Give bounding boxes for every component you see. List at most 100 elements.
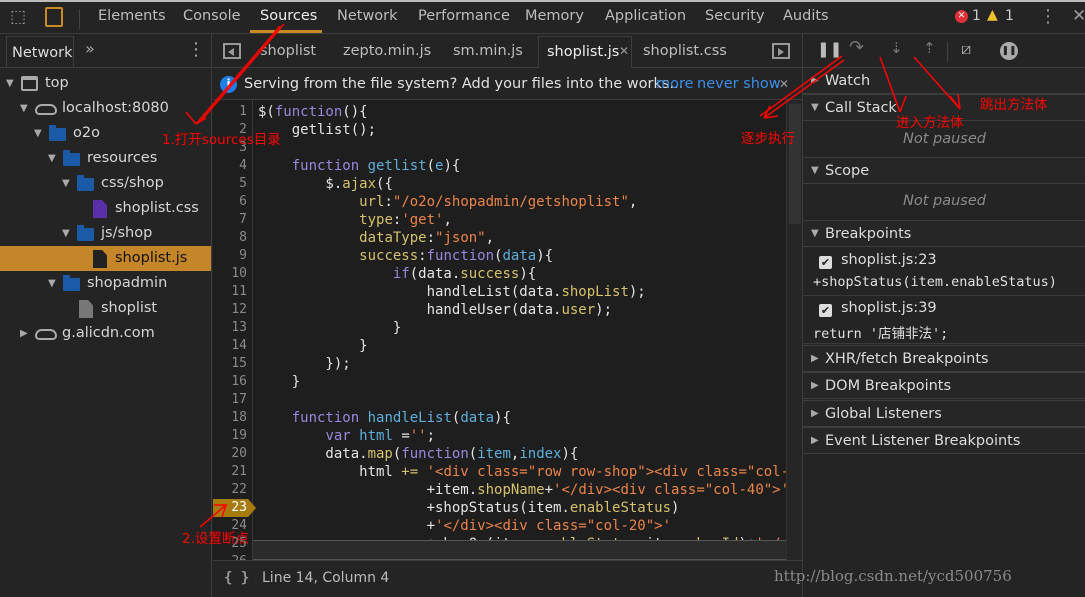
tab-security[interactable]: Security	[705, 8, 765, 24]
code-token: +	[258, 518, 436, 534]
pause-on-exceptions-icon[interactable]: ❚❚	[1000, 42, 1018, 60]
event-listener-breakpoints-section[interactable]: ▶ Event Listener Breakpoints	[803, 427, 1085, 454]
breakpoint-location[interactable]: shoplist.js:39	[841, 300, 937, 316]
code-token: getlist	[367, 158, 427, 174]
folder-icon	[77, 225, 94, 241]
code-token: }	[258, 320, 402, 336]
code-line: url:"/o2o/shopadmin/getshoplist",	[258, 193, 637, 211]
tree-item[interactable]: shoplist.js	[0, 246, 211, 271]
navigator-tab-network[interactable]: Network	[6, 36, 74, 67]
tree-item[interactable]: shoplist	[0, 296, 211, 321]
tab-performance[interactable]: Performance	[418, 8, 510, 24]
inspect-element-icon[interactable]: ⬚	[10, 7, 26, 27]
code-token: function	[291, 158, 360, 174]
code-token: shopList	[561, 284, 629, 300]
deactivate-breakpoints-icon[interactable]: ⧄	[961, 39, 971, 59]
tree-item[interactable]: ▼ shopadmin	[0, 271, 211, 296]
divider	[79, 9, 80, 29]
tab-memory[interactable]: Memory	[525, 8, 584, 24]
tree-item[interactable]: ▼ js/shop	[0, 221, 211, 246]
call-stack-empty: Not paused	[903, 131, 986, 147]
cloud-icon	[35, 104, 57, 115]
file-tab-sm[interactable]: sm.min.js	[453, 43, 523, 59]
breakpoint-item[interactable]: ✔ shoplist.js:23 +shopStatus(item.enable…	[803, 248, 1085, 296]
file-tab-zepto[interactable]: zepto.min.js	[343, 43, 431, 59]
step-into-icon[interactable]: ⇣	[890, 39, 903, 57]
file-tab-shoplist-css[interactable]: shoplist.css	[643, 43, 727, 59]
tab-elements[interactable]: Elements	[98, 8, 166, 24]
breakpoint-item[interactable]: ✔ shoplist.js:39 return '店铺非法';	[803, 296, 1085, 344]
collapse-icon[interactable]: ▼	[62, 171, 70, 196]
active-tab-indicator	[250, 30, 322, 33]
device-toolbar-icon[interactable]	[45, 7, 63, 27]
info-bar: i Serving from the file system? Add your…	[213, 68, 802, 100]
info-icon: i	[220, 76, 237, 93]
tree-item-label: js/shop	[101, 225, 153, 241]
toggle-navigator-icon[interactable]	[223, 43, 241, 59]
collapse-icon[interactable]: ▼	[34, 121, 42, 146]
info-more-link[interactable]: more	[656, 68, 694, 100]
scope-section[interactable]: ▼ Scope	[803, 157, 1085, 184]
pretty-print-icon[interactable]: { }	[224, 561, 249, 596]
error-count[interactable]: 1	[972, 8, 981, 24]
code-editor[interactable]: 1 2 3 4 5 6 7 8 9 10 11 12 13 14 15 16 17 18 19 20 21 22 23 24 2…	[213, 100, 802, 560]
code-token: +	[544, 482, 554, 498]
tab-application[interactable]: Application	[605, 8, 686, 24]
code-line: }	[258, 319, 401, 337]
collapse-icon[interactable]: ▼	[6, 71, 14, 96]
scrollbar-thumb[interactable]	[789, 104, 801, 224]
breakpoints-section[interactable]: ▼ Breakpoints	[803, 220, 1085, 247]
warning-count[interactable]: 1	[1005, 8, 1014, 24]
breakpoint-checkbox[interactable]: ✔	[819, 256, 832, 269]
more-tabs-icon[interactable]: »	[85, 39, 95, 58]
tab-console[interactable]: Console	[183, 8, 241, 24]
collapse-icon[interactable]: ▼	[62, 221, 70, 246]
collapse-icon[interactable]: ▼	[20, 96, 28, 121]
code-token: +=	[401, 464, 419, 480]
watch-section[interactable]: ▶ Watch	[803, 67, 1085, 94]
horizontal-scrollbar[interactable]	[253, 540, 786, 560]
toggle-debugger-icon[interactable]	[772, 43, 790, 59]
dom-breakpoints-section[interactable]: ▶ DOM Breakpoints	[803, 372, 1085, 399]
code-line: }	[258, 337, 367, 355]
expand-icon[interactable]: ▶	[20, 321, 28, 346]
tree-item-label: shopadmin	[87, 275, 168, 291]
tree-item[interactable]: ▼ top	[0, 71, 211, 96]
tree-item[interactable]: ▼ localhost:8080	[0, 96, 211, 121]
info-never-show-link[interactable]: never show	[697, 68, 781, 100]
code-token: :	[418, 248, 427, 264]
close-devtools-icon[interactable]: ✕	[1072, 6, 1085, 26]
file-tab-shoplist[interactable]: shoplist	[260, 43, 316, 59]
error-icon[interactable]: ✕	[955, 10, 968, 23]
breakpoint-checkbox[interactable]: ✔	[819, 304, 832, 317]
collapse-icon[interactable]: ▼	[48, 271, 56, 296]
section-title: Watch	[825, 73, 871, 89]
vertical-scrollbar[interactable]	[786, 100, 802, 560]
file-tab-shoplist-js[interactable]: shoplist.js ✕	[538, 36, 632, 68]
navigator-menu-icon[interactable]: ⋮	[187, 39, 205, 60]
warning-icon[interactable]: ▲	[987, 7, 998, 23]
tree-item[interactable]: ▶ g.alicdn.com	[0, 321, 211, 346]
collapse-icon[interactable]: ▼	[48, 146, 56, 171]
tree-item[interactable]: ▼ resources	[0, 146, 211, 171]
step-out-icon[interactable]: ⇡	[923, 39, 936, 57]
scope-empty: Not paused	[903, 193, 986, 209]
breakpoint-location[interactable]: shoplist.js:23	[841, 252, 937, 268]
tab-sources[interactable]: Sources	[260, 8, 317, 24]
debugger-toolbar: ❚❚ ↷ ⇣ ⇡ ⧄ ❚❚	[803, 34, 1085, 68]
global-listeners-section[interactable]: ▶ Global Listeners	[803, 400, 1085, 427]
step-over-icon[interactable]: ↷	[849, 37, 864, 58]
section-title: Call Stack	[825, 100, 897, 116]
more-menu-icon[interactable]: ⋮	[1039, 6, 1057, 27]
tree-item[interactable]: shoplist.css	[0, 196, 211, 221]
close-info-icon[interactable]: ✕	[779, 68, 789, 100]
close-tab-icon[interactable]: ✕	[619, 44, 629, 58]
pause-icon[interactable]: ❚❚	[817, 40, 842, 58]
xhr-breakpoints-section[interactable]: ▶ XHR/fetch Breakpoints	[803, 345, 1085, 372]
tree-item[interactable]: ▼ css/shop	[0, 171, 211, 196]
code-token: success	[460, 266, 520, 282]
tab-network[interactable]: Network	[337, 8, 398, 24]
tab-audits[interactable]: Audits	[783, 8, 829, 24]
